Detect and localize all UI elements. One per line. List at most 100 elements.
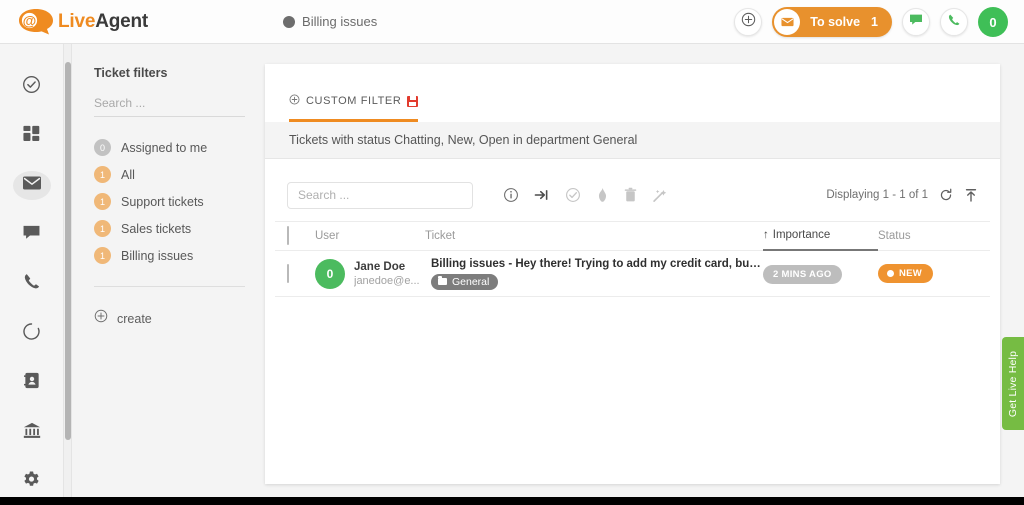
left-nav-rail [0,44,63,497]
sidebar-item-contacts[interactable] [13,369,51,398]
row-user-name: Jane Doe [354,261,420,273]
add-new-button[interactable] [734,8,762,36]
phone-icon [947,13,961,32]
sidebar-item-companies[interactable] [13,418,51,447]
plus-circle-icon [94,309,108,328]
contact-card-icon [23,371,41,395]
column-header-ticket[interactable]: Ticket [425,230,763,242]
to-solve-button[interactable]: To solve 1 [772,7,892,37]
row-department-tag-label: General [452,276,489,288]
to-solve-count: 1 [871,15,878,29]
circle-dot-icon [283,16,295,28]
scrollbar-thumb[interactable] [65,62,71,440]
row-user-cell: 0 Jane Doe janedoe@e... [315,259,425,289]
filters-search-input[interactable] [94,96,245,117]
delete-trash-icon[interactable] [624,187,637,203]
filters-title: Ticket filters [94,66,243,80]
filter-count-badge: 0 [94,139,111,156]
envelope-icon [774,9,800,35]
top-bar: @ LiveAgent Billing issues [0,0,1024,44]
phone-icon [22,272,41,296]
row-select-cell [287,265,315,283]
status-dot-icon [887,270,894,277]
filter-description: Tickets with status Chatting, New, Open … [265,122,1000,159]
department-indicator[interactable]: Billing issues [283,14,377,29]
row-checkbox[interactable] [287,264,289,283]
column-header-user[interactable]: User [315,230,425,242]
row-importance-cell: 2 MINS AGO [763,264,878,284]
toolbar-right-cluster: Displaying 1 - 1 of 1 [826,188,978,203]
sidebar-item-dashboard[interactable] [13,121,51,150]
plus-circle-icon [289,92,300,110]
logo-text-live: Live [58,11,95,32]
transfer-icon[interactable] [534,188,550,202]
sidebar-item-activity[interactable] [13,319,51,348]
info-icon[interactable] [503,187,519,203]
bottom-bar [0,497,1024,505]
logo-text-agent: Agent [95,11,148,32]
filter-item-assigned-to-me[interactable]: 0 Assigned to me [94,139,243,156]
create-filter-label: create [117,312,152,326]
filter-count-badge: 1 [94,166,111,183]
liveagent-logo[interactable]: @ LiveAgent [16,8,148,35]
row-department-tag: General [431,274,498,290]
tickets-toolbar: Displaying 1 - 1 of 1 [275,169,990,222]
sidebar-item-tickets[interactable] [13,171,51,200]
create-filter-button[interactable]: create [94,309,243,328]
displaying-count: Displaying 1 - 1 of 1 [826,189,928,201]
app-root: @ LiveAgent Billing issues [0,0,1024,505]
chat-bubble-icon [909,13,923,31]
sidebar-item-tasks[interactable] [13,72,51,101]
row-ticket-cell[interactable]: Billing issues - Hey there! Trying to ad… [425,258,763,290]
sidebar-item-settings[interactable] [13,468,51,497]
tab-custom-filter-label: CUSTOM FILTER [306,95,401,107]
filter-item-billing-issues[interactable]: 1 Billing issues [94,247,243,264]
select-all-checkbox[interactable] [287,226,289,245]
folder-icon [438,278,447,285]
filter-item-label: Support tickets [121,195,204,209]
tab-custom-filter[interactable]: CUSTOM FILTER [289,92,418,122]
save-floppy-icon[interactable] [407,96,418,107]
left-panel-scrollbar[interactable] [63,44,72,497]
chat-bubble-icon [22,224,41,247]
tickets-search-input[interactable] [287,182,473,209]
logo-bubble-icon: @ [16,8,56,35]
filter-item-label: Sales tickets [121,222,191,236]
sort-ascending-icon: ↑ [763,229,769,241]
filter-item-sales-tickets[interactable]: 1 Sales tickets [94,220,243,237]
get-live-help-tab[interactable]: Get Live Help [1002,337,1024,430]
filter-count-badge: 1 [94,247,111,264]
tabs-bar: CUSTOM FILTER [265,64,1000,122]
table-row[interactable]: 0 Jane Doe janedoe@e... Billing issues -… [275,251,990,297]
top-bar-actions: To solve 1 0 [734,0,1008,44]
status-badge-label: NEW [899,268,922,279]
export-to-top-icon[interactable] [964,188,978,203]
mass-action-wand-icon[interactable] [652,188,667,203]
bank-building-icon [22,421,42,445]
column-header-importance-label: Importance [773,229,831,241]
filters-divider [94,286,245,287]
department-label: Billing issues [302,14,377,29]
row-user-email: janedoe@e... [354,275,420,287]
filter-item-support-tickets[interactable]: 1 Support tickets [94,193,243,210]
resolve-check-icon[interactable] [565,187,581,203]
plus-circle-icon [741,12,756,32]
get-live-help-label: Get Live Help [1007,350,1019,416]
call-button[interactable] [940,8,968,36]
agent-avatar[interactable]: 0 [978,7,1008,37]
column-header-status[interactable]: Status [878,230,978,242]
main-content-panel: CUSTOM FILTER Tickets with status Chatti… [265,64,1000,484]
avatar: 0 [315,259,345,289]
postpone-flame-icon[interactable] [596,187,609,203]
column-header-importance[interactable]: ↑ Importance [763,222,878,251]
sidebar-item-calls[interactable] [13,270,51,299]
row-importance-badge: 2 MINS AGO [763,265,842,284]
row-status-cell: NEW [878,264,978,283]
chat-button[interactable] [902,8,930,36]
filter-item-label: All [121,168,135,182]
gear-icon [22,470,41,494]
sidebar-item-chats[interactable] [13,220,51,249]
toolbar-action-icons [503,187,667,203]
filter-item-all[interactable]: 1 All [94,166,243,183]
refresh-icon[interactable] [939,188,953,202]
